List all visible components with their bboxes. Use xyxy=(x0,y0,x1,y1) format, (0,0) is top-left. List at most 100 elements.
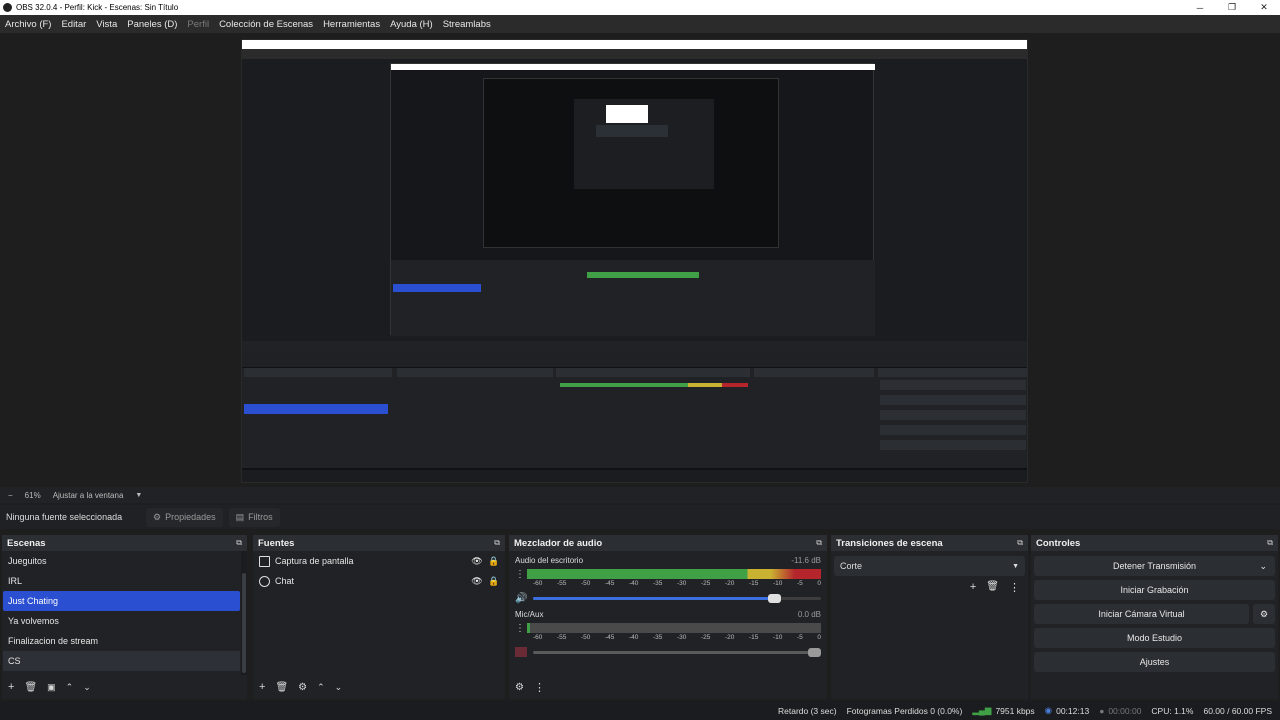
slider-knob[interactable] xyxy=(808,647,821,657)
menu-herramientas[interactable]: Herramientas xyxy=(323,19,380,30)
source-item-chat[interactable]: Chat 👁 🔒 xyxy=(253,571,505,591)
channel-name: Mic/Aux xyxy=(515,609,544,619)
scale-tick: -20 xyxy=(725,634,735,641)
start-recording-button[interactable]: Iniciar Grabación xyxy=(1034,580,1275,600)
virtual-cam-row: Iniciar Cámara Virtual ⚙ xyxy=(1034,604,1275,624)
undock-icon[interactable]: ⧉ xyxy=(1017,538,1023,548)
volume-slider[interactable] xyxy=(533,647,821,657)
scale-tick: -25 xyxy=(701,634,711,641)
scene-item-finalizacion[interactable]: Finalizacion de stream xyxy=(3,631,240,651)
move-down-button[interactable]: ⌄ xyxy=(335,682,343,693)
lock-icon[interactable]: 🔒 xyxy=(488,576,500,587)
scale-tick: -20 xyxy=(725,580,735,587)
add-source-button[interactable]: + xyxy=(259,681,265,693)
scene-item-ya-volvemos[interactable]: Ya volvemos xyxy=(3,611,240,631)
settings-button[interactable]: Ajustes xyxy=(1034,652,1275,672)
record-icon: ● xyxy=(1099,705,1105,716)
undock-icon[interactable]: ⧉ xyxy=(494,538,500,548)
zoom-fit-select[interactable]: Ajustar a la ventana xyxy=(53,491,124,500)
scene-item-irl[interactable]: IRL xyxy=(3,571,240,591)
eye-icon[interactable]: 👁 xyxy=(471,556,483,567)
menu-archivo[interactable]: Archivo (F) xyxy=(5,19,51,30)
sources-toolbar: + 🗑 ⚙ ⌃ ⌄ xyxy=(253,675,505,699)
meter-fill-bottom xyxy=(527,574,821,579)
preview-canvas[interactable] xyxy=(241,39,1028,483)
scrollbar-thumb[interactable] xyxy=(242,573,246,673)
undock-icon[interactable]: ⧉ xyxy=(816,538,822,548)
scene-item-just-chating[interactable]: Just Chating xyxy=(3,591,240,611)
move-up-button[interactable]: ⌃ xyxy=(317,682,325,693)
menu-streamlabs[interactable]: Streamlabs xyxy=(443,19,491,30)
preview-capture-menubar xyxy=(242,49,1027,59)
scenes-scrollbar[interactable] xyxy=(241,551,247,675)
pc-sources-header xyxy=(397,368,553,377)
fps-status: 60.00 / 60.00 FPS xyxy=(1203,705,1272,716)
transition-menu-icon[interactable]: ⋮ xyxy=(1009,581,1020,594)
lock-icon[interactable]: 🔒 xyxy=(488,556,500,567)
source-item-captura[interactable]: Captura de pantalla 👁 🔒 xyxy=(253,551,505,571)
chevron-down-icon[interactable]: ▼ xyxy=(135,492,142,499)
virtual-cam-settings-button[interactable]: ⚙ xyxy=(1253,604,1275,624)
menu-coleccion-escenas[interactable]: Colección de Escenas xyxy=(219,19,313,30)
remove-transition-button[interactable]: 🗑 xyxy=(986,581,999,594)
transition-select[interactable]: Corte ▼ xyxy=(834,556,1025,576)
remove-scene-button[interactable]: 🗑 xyxy=(24,682,37,693)
slider-knob[interactable] xyxy=(767,593,781,603)
scene-filters-button[interactable]: ▣ xyxy=(47,682,56,693)
zoom-bar: − 61% Ajustar a la ventana ▼ xyxy=(0,487,1280,503)
channel-menu-icon[interactable]: ⋮ xyxy=(515,569,527,580)
studio-mode-button[interactable]: Modo Estudio xyxy=(1034,628,1275,648)
pc-selected-scene xyxy=(244,404,388,414)
pc-ctrl-4 xyxy=(880,425,1026,435)
mixer-dock-header: Mezclador de audio ⧉ xyxy=(509,535,827,551)
menu-paneles[interactable]: Paneles (D) xyxy=(127,19,177,30)
undock-icon[interactable]: ⧉ xyxy=(236,538,242,548)
cpu-status: CPU: 1.1% xyxy=(1151,705,1194,716)
speaker-icon[interactable]: 🔊 xyxy=(515,593,533,604)
menu-perfil[interactable]: Perfil xyxy=(187,19,209,30)
scenes-title: Escenas xyxy=(7,537,46,549)
zoom-out-button[interactable]: − xyxy=(8,491,13,500)
channel-menu-icon[interactable]: ⋮ xyxy=(515,623,527,634)
eye-icon[interactable]: 👁 xyxy=(471,576,483,587)
remove-source-button[interactable]: 🗑 xyxy=(275,682,288,693)
stop-stream-button[interactable]: Detener Transmisión ⌄ xyxy=(1034,556,1275,576)
filters-button[interactable]: ▤ Filtros xyxy=(228,507,280,527)
menu-ayuda[interactable]: Ayuda (H) xyxy=(390,19,433,30)
record-time-status: ● 00:00:00 xyxy=(1099,706,1141,716)
preview-capture-contextbar xyxy=(242,353,1027,367)
preview-capture-zoombar xyxy=(242,341,1027,353)
chevron-down-icon[interactable]: ⌄ xyxy=(1259,561,1267,572)
scale-tick: -5 xyxy=(797,634,803,641)
pc-mixer-header xyxy=(556,368,750,377)
delay-status: Retardo (3 sec) xyxy=(777,705,837,716)
move-up-button[interactable]: ⌃ xyxy=(66,682,74,693)
status-bar: Retardo (3 sec) Fotogramas Perdidos 0 (0… xyxy=(0,701,1280,720)
start-virtual-cam-button[interactable]: Iniciar Cámara Virtual xyxy=(1034,604,1249,624)
properties-button[interactable]: ⚙ Propiedades xyxy=(146,507,223,527)
bitrate-status: ▂▄▆ 7951 kbps xyxy=(972,705,1034,716)
menu-editar[interactable]: Editar xyxy=(61,19,86,30)
browser-globe-icon xyxy=(259,575,270,587)
mixer-menu-icon[interactable]: ⋮ xyxy=(534,681,545,694)
close-button[interactable]: ✕ xyxy=(1248,2,1280,13)
undock-icon[interactable]: ⧉ xyxy=(1267,538,1273,548)
source-properties-gear-icon[interactable]: ⚙ xyxy=(298,682,307,693)
scene-item-jueguitos[interactable]: Jueguitos xyxy=(3,551,240,571)
maximize-button[interactable]: ❐ xyxy=(1216,2,1248,13)
add-transition-button[interactable]: + xyxy=(970,581,976,594)
pc-meter-green xyxy=(560,383,688,387)
add-scene-button[interactable]: + xyxy=(8,681,14,693)
advanced-audio-gear-icon[interactable]: ⚙ xyxy=(515,682,524,693)
zoom-level[interactable]: 61% xyxy=(25,491,41,500)
scale-tick: -55 xyxy=(557,580,567,587)
menu-vista[interactable]: Vista xyxy=(96,19,117,30)
scale-tick: 0 xyxy=(817,580,821,587)
muted-indicator[interactable] xyxy=(515,647,527,657)
preview-capture-statusbar xyxy=(242,470,1027,482)
scene-item-cs[interactable]: CS xyxy=(3,651,240,671)
move-down-button[interactable]: ⌄ xyxy=(83,682,91,693)
volume-slider[interactable] xyxy=(533,593,821,603)
pc-ctrl-1 xyxy=(880,380,1026,390)
minimize-button[interactable]: ─ xyxy=(1184,3,1216,13)
